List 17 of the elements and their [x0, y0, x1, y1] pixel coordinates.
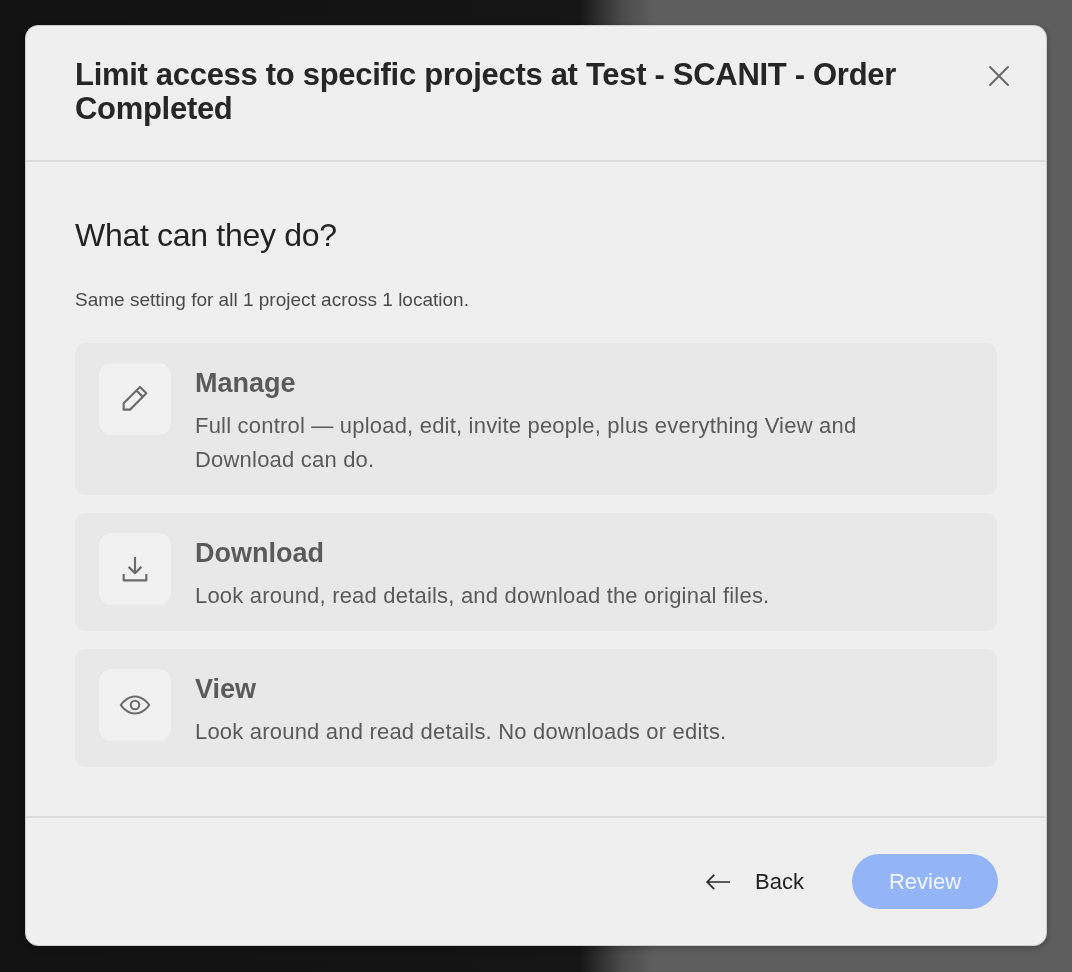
section-subtitle: Same setting for all 1 project across 1 location. [75, 288, 470, 312]
back-button[interactable]: Back [705, 868, 804, 895]
permission-option[interactable]: View Look around and read details. No downloads or edits. [75, 649, 997, 767]
permission-option[interactable]: Manage Full control — upload, edit, invite people, plus everything View and Download can do. [75, 343, 997, 495]
option-description: Look around, read details, and download the original files. [195, 582, 770, 610]
option-title: Download [195, 537, 325, 570]
eye-icon [99, 669, 171, 741]
section-heading: What can they do? [75, 216, 338, 255]
arrow-left-icon [705, 872, 732, 891]
option-title: View [195, 673, 258, 706]
dialog-title: Limit access to specific projects at Test - SCANIT - Order Completed [75, 58, 897, 126]
option-description: Look around and read details. No downloads or edits. [195, 718, 727, 746]
permission-option[interactable]: Download Look around, read details, and download the original files. [75, 513, 997, 631]
pencil-icon [99, 363, 171, 435]
option-title: Manage [195, 367, 297, 400]
download-icon [99, 533, 171, 605]
option-description: Full control — upload, edit, invite people, plus everything View and Download can do. [195, 412, 858, 474]
